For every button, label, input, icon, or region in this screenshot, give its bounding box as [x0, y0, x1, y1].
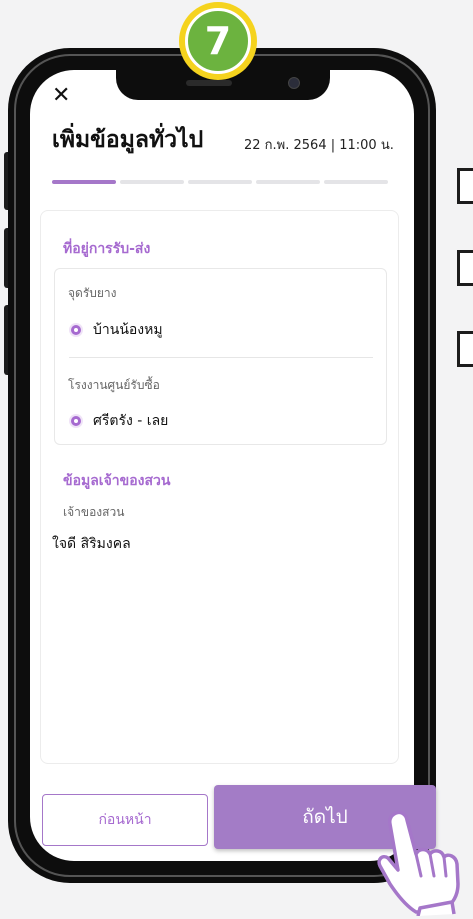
delivery-section-title: ที่อยู่การรับ-ส่ง: [63, 241, 151, 257]
location-pin-icon: [71, 416, 81, 426]
progress-segment-1: [52, 180, 116, 184]
progress-segment-2: [120, 180, 184, 184]
phone-screen: ✕ เพิ่มข้อมูลทั่วไป 22 ก.พ. 2564 | 11:00…: [30, 70, 414, 861]
progress-segment-4: [256, 180, 320, 184]
progress-segment-3: [188, 180, 252, 184]
step-progress: [52, 180, 388, 184]
owner-label: เจ้าของสวน: [63, 505, 125, 519]
pickup-value: บ้านน้องหมู: [93, 322, 163, 338]
step-number-badge: 7: [179, 2, 257, 80]
phone-frame: ✕ เพิ่มข้อมูลทั่วไป 22 ก.พ. 2564 | 11:00…: [8, 48, 436, 883]
info-card: ที่อยู่การรับ-ส่ง จุดรับยาง บ้านน้องหมู …: [40, 210, 399, 764]
page-title: เพิ่มข้อมูลทั่วไป: [52, 127, 204, 153]
pickup-label: จุดรับยาง: [68, 286, 117, 300]
datetime-label: 22 ก.พ. 2564 | 11:00 น.: [244, 138, 394, 153]
progress-segment-5: [324, 180, 388, 184]
location-pin-icon: [71, 325, 81, 335]
step-number: 7: [185, 8, 251, 74]
side-tab-3: [457, 331, 473, 367]
close-icon[interactable]: ✕: [52, 85, 70, 107]
owner-name: ใจดี สิริมงคล: [52, 536, 131, 552]
factory-value: ศรีตรัง - เลย: [93, 413, 169, 429]
pointing-hand-icon: [377, 810, 460, 916]
owner-section-title: ข้อมูลเจ้าของสวน: [63, 473, 171, 489]
factory-label: โรงงานศูนย์รับซื้อ: [68, 378, 160, 392]
speaker-grille: [186, 80, 232, 86]
divider: [69, 357, 373, 358]
factory-row: ศรีตรัง - เลย: [71, 410, 168, 432]
delivery-box: จุดรับยาง บ้านน้องหมู โรงงานศูนย์รับซื้อ…: [54, 268, 387, 445]
pickup-row: บ้านน้องหมู: [71, 319, 163, 341]
front-camera: [288, 77, 300, 89]
side-tab-2: [457, 250, 473, 286]
back-button[interactable]: ก่อนหน้า: [42, 794, 208, 846]
side-tab-1: [457, 168, 473, 204]
